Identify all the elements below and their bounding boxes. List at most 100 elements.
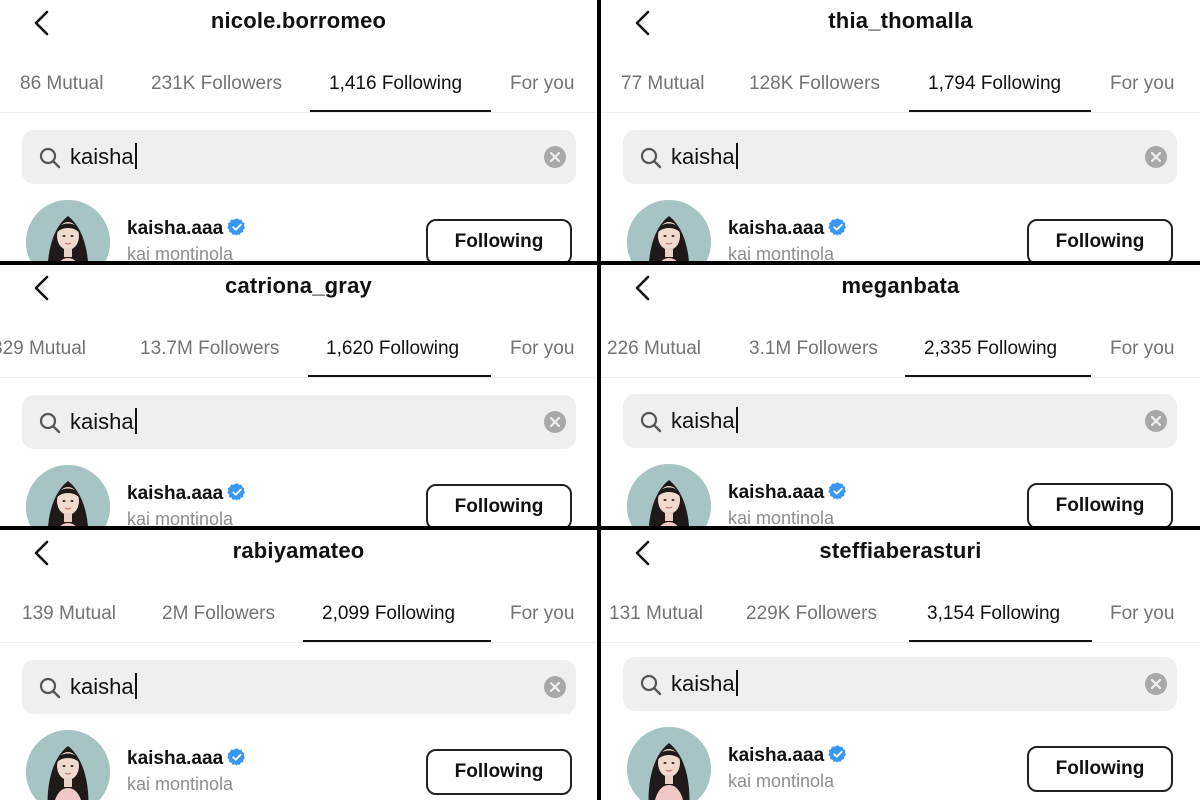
verified-badge-icon — [828, 481, 848, 501]
profile-username: catriona_gray — [225, 273, 372, 298]
result-username[interactable]: kaisha.aaa — [127, 217, 247, 240]
tab-following[interactable]: 2,335 Following — [924, 338, 1057, 360]
tab-for-you[interactable]: For you — [1110, 603, 1174, 625]
tab-followers[interactable]: 13.7M Followers — [140, 338, 279, 360]
clear-search-icon[interactable] — [544, 411, 566, 433]
following-button[interactable]: Following — [1027, 483, 1173, 526]
tab-followers[interactable]: 229K Followers — [746, 603, 877, 625]
text-cursor — [735, 670, 738, 696]
tab-following[interactable]: 1,794 Following — [928, 73, 1061, 95]
avatar[interactable] — [627, 727, 711, 800]
result-full-name: kai montinola — [127, 244, 234, 261]
clear-search-icon[interactable] — [1145, 673, 1167, 695]
profile-following-panel: rabiyamateo 139 Mutual 2M Followers 2,099 F… — [0, 530, 597, 800]
avatar[interactable] — [26, 465, 110, 526]
relationship-tabs: 131 Mutual 229K Followers 3,154 Following F… — [601, 590, 1200, 643]
text-cursor — [134, 408, 137, 434]
active-tab-indicator — [303, 640, 491, 642]
tab-for-you[interactable]: For you — [510, 338, 574, 360]
clear-search-icon[interactable] — [1145, 146, 1167, 168]
search-query-wrap: kaisha — [70, 143, 137, 170]
result-username-text: kaisha.aaa — [728, 218, 825, 239]
profile-following-panel: meganbata 226 Mutual 3.1M Followers 2,335 F… — [601, 265, 1200, 526]
clear-search-icon[interactable] — [544, 146, 566, 168]
tab-followers[interactable]: 2M Followers — [162, 603, 275, 625]
result-username-text: kaisha.aaa — [127, 748, 224, 769]
tab-mutual[interactable]: 77 Mutual — [621, 73, 704, 95]
relationship-tabs: 139 Mutual 2M Followers 2,099 Following For… — [0, 590, 597, 643]
tab-followers[interactable]: 3.1M Followers — [749, 338, 878, 360]
relationship-tabs: 329 Mutual 13.7M Followers 1,620 Following… — [0, 325, 597, 378]
tab-following[interactable]: 1,620 Following — [326, 338, 459, 360]
avatar[interactable] — [627, 200, 711, 261]
result-username[interactable]: kaisha.aaa — [728, 744, 848, 767]
search-input[interactable]: kaisha — [623, 394, 1177, 448]
clear-search-icon[interactable] — [544, 676, 566, 698]
search-query-text: kaisha — [671, 408, 735, 433]
search-input[interactable]: kaisha — [623, 130, 1177, 184]
active-tab-indicator — [905, 375, 1091, 377]
tab-for-you[interactable]: For you — [510, 603, 574, 625]
verified-badge-icon — [227, 217, 247, 237]
profile-username: rabiyamateo — [232, 538, 365, 563]
tab-mutual[interactable]: 139 Mutual — [22, 603, 116, 625]
verified-badge-icon — [227, 747, 247, 767]
relationship-tabs: 226 Mutual 3.1M Followers 2,335 Following F… — [601, 325, 1200, 378]
avatar[interactable] — [26, 730, 110, 800]
result-username[interactable]: kaisha.aaa — [127, 482, 247, 505]
tab-mutual[interactable]: 86 Mutual — [20, 73, 103, 95]
tab-followers[interactable]: 128K Followers — [749, 73, 880, 95]
profile-following-panel: catriona_gray 329 Mutual 13.7M Followers 1,… — [0, 265, 597, 526]
following-button[interactable]: Following — [426, 484, 572, 526]
profile-username: thia_thomalla — [828, 8, 973, 33]
search-icon — [38, 676, 62, 700]
active-tab-indicator — [909, 640, 1092, 642]
profile-username: meganbata — [841, 273, 960, 298]
tab-following[interactable]: 1,416 Following — [329, 73, 462, 95]
following-button[interactable]: Following — [426, 749, 572, 795]
profile-username: nicole.borromeo — [210, 8, 387, 33]
search-input[interactable]: kaisha — [22, 660, 576, 714]
search-icon — [38, 146, 62, 170]
search-icon — [639, 410, 663, 434]
clear-search-icon[interactable] — [1145, 410, 1167, 432]
result-username-text: kaisha.aaa — [127, 218, 224, 239]
result-full-name: kai montinola — [127, 509, 234, 526]
following-button[interactable]: Following — [426, 219, 572, 261]
tab-followers[interactable]: 231K Followers — [151, 73, 282, 95]
result-username[interactable]: kaisha.aaa — [728, 217, 848, 240]
tab-for-you[interactable]: For you — [1110, 338, 1174, 360]
text-cursor — [134, 143, 137, 169]
avatar[interactable] — [627, 464, 711, 526]
search-query-wrap: kaisha — [70, 408, 137, 435]
result-username[interactable]: kaisha.aaa — [728, 481, 848, 504]
result-username[interactable]: kaisha.aaa — [127, 747, 247, 770]
search-input[interactable]: kaisha — [22, 395, 576, 449]
result-username-text: kaisha.aaa — [127, 483, 224, 504]
profile-username: steffiaberasturi — [819, 538, 982, 563]
active-tab-indicator — [909, 110, 1091, 112]
search-input[interactable]: kaisha — [623, 657, 1177, 711]
search-query-text: kaisha — [671, 144, 735, 169]
following-button[interactable]: Following — [1027, 219, 1173, 261]
result-username-text: kaisha.aaa — [728, 745, 825, 766]
tab-for-you[interactable]: For you — [510, 73, 574, 95]
search-query-wrap: kaisha — [70, 673, 137, 700]
search-input[interactable]: kaisha — [22, 130, 576, 184]
result-full-name: kai montinola — [127, 774, 234, 794]
search-query-wrap: kaisha — [671, 670, 738, 697]
tab-mutual[interactable]: 329 Mutual — [0, 338, 86, 360]
following-button[interactable]: Following — [1027, 746, 1173, 792]
tab-mutual[interactable]: 226 Mutual — [607, 338, 701, 360]
text-cursor — [735, 407, 738, 433]
tab-for-you[interactable]: For you — [1110, 73, 1174, 95]
relationship-tabs: 77 Mutual 128K Followers 1,794 Following Fo… — [601, 60, 1200, 113]
tab-mutual[interactable]: 131 Mutual — [609, 603, 703, 625]
verified-badge-icon — [828, 217, 848, 237]
tab-following[interactable]: 2,099 Following — [322, 603, 455, 625]
active-tab-indicator — [308, 375, 491, 377]
search-query-text: kaisha — [671, 671, 735, 696]
tab-following[interactable]: 3,154 Following — [927, 603, 1060, 625]
result-username-text: kaisha.aaa — [728, 482, 825, 503]
avatar[interactable] — [26, 200, 110, 261]
